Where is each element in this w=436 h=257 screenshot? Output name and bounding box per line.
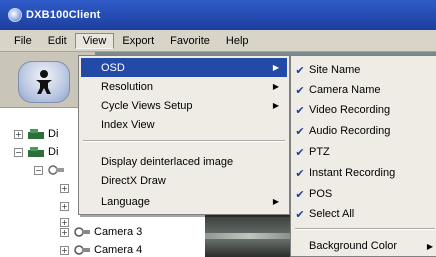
menu-item-cycle-views-setup[interactable]: Cycle Views Setup ▶ <box>81 96 287 115</box>
menu-item-label: Index View <box>101 118 155 131</box>
osd-item-label: PTZ <box>309 146 330 158</box>
osd-item-label: Site Name <box>309 64 361 76</box>
camera-icon <box>73 243 91 257</box>
checkmark-icon: ✔ <box>295 103 305 117</box>
expand-toggle[interactable]: − <box>34 165 43 175</box>
submenu-arrow-icon: ▶ <box>272 63 279 72</box>
menu-item-label: Resolution <box>101 80 153 93</box>
menu-file[interactable]: File <box>6 33 40 49</box>
title-bar: DXB100Client <box>0 0 436 30</box>
camera-preview-image <box>205 215 293 257</box>
expand-toggle[interactable]: + <box>60 183 69 193</box>
checkmark-icon: ✔ <box>295 124 305 138</box>
menu-item-label: Cycle Views Setup <box>101 99 193 112</box>
camera-icon <box>47 163 65 177</box>
person-icon <box>36 70 52 94</box>
checkmark-icon: ✔ <box>295 166 305 180</box>
tree-node[interactable]: − <box>34 162 68 178</box>
menu-bar: File Edit View Export Favorite Help <box>0 30 436 52</box>
camera-icon <box>73 225 91 239</box>
tree-node-label: Di <box>48 146 59 158</box>
menu-item-label: OSD <box>101 61 125 74</box>
osd-item-camera-name[interactable]: ✔ Camera Name <box>291 80 436 100</box>
app-logo-icon <box>8 8 22 22</box>
osd-item-label: Camera Name <box>309 84 381 96</box>
submenu-arrow-icon: ▶ <box>272 82 279 91</box>
osd-item-pos[interactable]: ✔ POS <box>291 184 436 204</box>
tree-node[interactable]: − Di <box>14 144 58 160</box>
tree-node[interactable]: + <box>60 180 73 196</box>
menu-edit[interactable]: Edit <box>40 33 75 49</box>
expand-toggle[interactable]: + <box>60 201 69 211</box>
tree-node-label: Di <box>48 128 59 140</box>
osd-item-label: Background Color <box>309 240 398 252</box>
menu-item-index-view[interactable]: Index View <box>81 115 287 134</box>
menu-item-display-deinterlaced[interactable]: Display deinterlaced image <box>81 152 287 171</box>
menu-view[interactable]: View <box>74 32 115 49</box>
osd-item-video-recording[interactable]: ✔ Video Recording <box>291 100 436 120</box>
checkmark-icon: ✔ <box>295 145 305 159</box>
tree-node-label: Camera 4 <box>94 244 143 256</box>
menu-separator <box>83 140 285 142</box>
checkmark-icon: ✔ <box>295 207 305 221</box>
checkmark-icon: ✔ <box>295 187 305 201</box>
view-menu-dropdown: OSD ▶ Resolution ▶ Cycle Views Setup ▶ I… <box>78 55 290 215</box>
tree-node-label: Camera 3 <box>94 226 143 238</box>
menu-favorite[interactable]: Favorite <box>162 33 218 49</box>
osd-item-label: Instant Recording <box>309 167 396 179</box>
checkmark-icon: ✔ <box>295 63 305 77</box>
menu-item-label: DirectX Draw <box>101 174 166 187</box>
osd-item-select-all[interactable]: ✔ Select All <box>291 204 436 224</box>
osd-submenu: ✔ Site Name ✔ Camera Name ✔ Video Record… <box>290 55 436 257</box>
menu-item-label: Display deinterlaced image <box>101 155 234 168</box>
menu-export[interactable]: Export <box>114 33 162 49</box>
menu-separator <box>295 228 435 230</box>
menu-item-osd[interactable]: OSD ▶ <box>81 58 287 77</box>
osd-item-label: POS <box>309 188 333 200</box>
dvr-icon <box>27 127 45 141</box>
osd-item-instant-recording[interactable]: ✔ Instant Recording <box>291 163 436 183</box>
tree-node[interactable]: + <box>60 198 73 214</box>
expand-toggle[interactable]: + <box>60 227 69 237</box>
expand-toggle[interactable]: + <box>60 245 69 255</box>
menu-item-label: Language <box>101 195 150 208</box>
submenu-arrow-icon: ▶ <box>272 101 279 110</box>
menu-help[interactable]: Help <box>218 33 257 49</box>
menu-item-language[interactable]: Language ▶ <box>81 192 287 211</box>
tree-node[interactable]: + Di <box>14 126 58 142</box>
menu-item-resolution[interactable]: Resolution ▶ <box>81 77 287 96</box>
osd-item-site-name[interactable]: ✔ Site Name <box>291 60 436 80</box>
submenu-arrow-icon: ▶ <box>272 197 279 206</box>
osd-item-label: Audio Recording <box>309 125 391 137</box>
tree-node-camera-4[interactable]: + Camera 4 <box>60 242 142 257</box>
expand-toggle[interactable]: − <box>14 147 23 157</box>
expand-toggle[interactable]: + <box>14 129 23 139</box>
menu-item-directx-draw[interactable]: DirectX Draw <box>81 171 287 190</box>
dvr-icon <box>27 145 45 159</box>
tree-node-camera-3[interactable]: + Camera 3 <box>60 224 142 240</box>
window-title: DXB100Client <box>26 9 101 21</box>
osd-item-label: Video Recording <box>309 104 391 116</box>
submenu-arrow-icon: ▶ <box>426 241 433 251</box>
osd-item-ptz[interactable]: ✔ PTZ <box>291 142 436 162</box>
osd-item-audio-recording[interactable]: ✔ Audio Recording <box>291 121 436 141</box>
checkmark-icon: ✔ <box>295 83 305 97</box>
osd-item-background-color[interactable]: Background Color ▶ <box>291 236 436 256</box>
person-button[interactable] <box>18 61 70 103</box>
osd-item-label: Select All <box>309 208 355 220</box>
